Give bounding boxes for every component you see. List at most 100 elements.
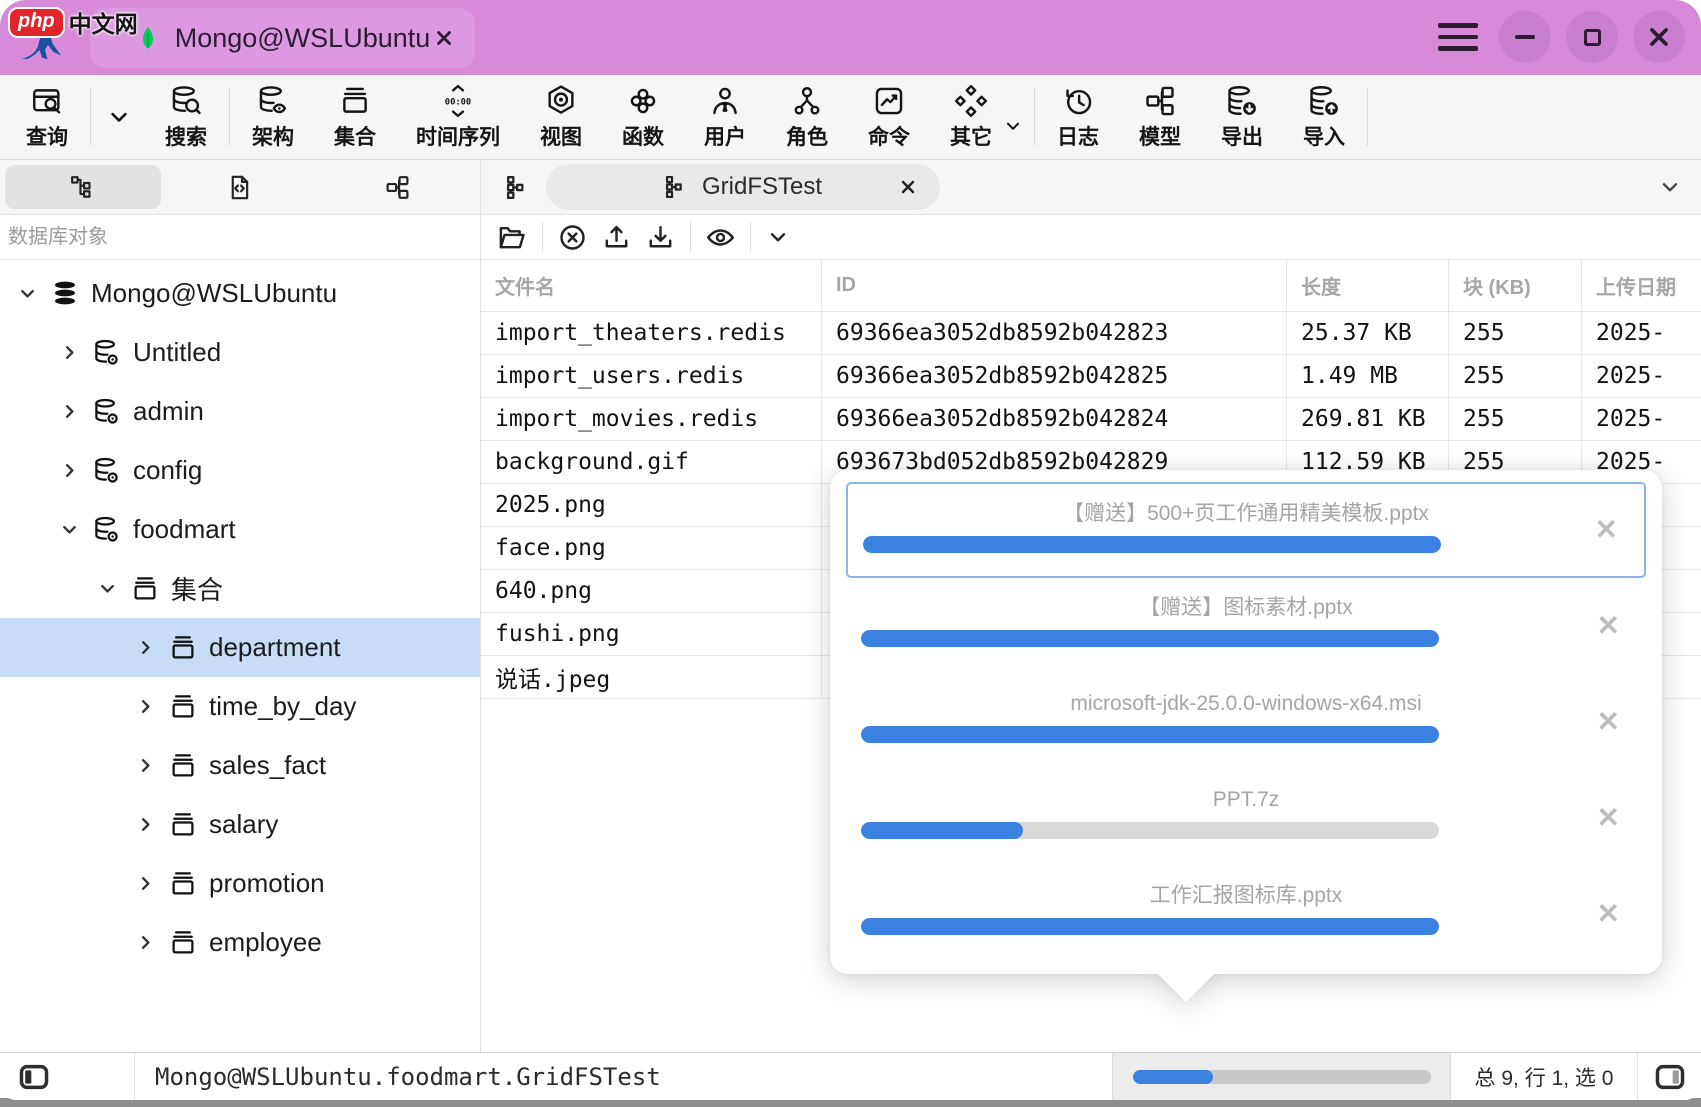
upload-progress-list: 【赠送】500+页工作通用精美模板.pptx✕【赠送】图标素材.pptx✕mic…: [830, 470, 1662, 974]
toolbar-button-db-schema[interactable]: 架构: [232, 75, 314, 159]
tree-item-department[interactable]: department: [0, 618, 480, 677]
database-icon: [92, 338, 122, 368]
upload-cancel-icon[interactable]: ✕: [1597, 900, 1620, 928]
tree-item-time_by_day[interactable]: time_by_day: [0, 677, 480, 736]
tree-item-employee[interactable]: employee: [0, 913, 480, 972]
php-logo: php: [8, 7, 65, 38]
folder-open-button[interactable]: [495, 222, 530, 253]
tree-item-Mongo@WSLUbuntu[interactable]: Mongo@WSLUbuntu: [0, 264, 480, 323]
chevron-right-icon: [134, 813, 157, 836]
eye-button[interactable]: [703, 222, 738, 253]
upload-cancel-icon[interactable]: ✕: [1595, 516, 1618, 544]
upload-progress-fill: [861, 630, 1439, 647]
toolbar-button-command[interactable]: 命令: [848, 75, 930, 159]
tree-item-salary[interactable]: salary: [0, 795, 480, 854]
download-button[interactable]: [643, 222, 678, 253]
cancel-circle-button[interactable]: [555, 222, 590, 253]
connection-tab[interactable]: Mongo@WSLUbuntu: [90, 8, 475, 68]
gridfs-icon: [505, 174, 532, 201]
tree-item-sales_fact[interactable]: sales_fact: [0, 736, 480, 795]
collection-icon: [130, 574, 160, 604]
toolbar-button-collection[interactable]: 集合: [314, 75, 396, 159]
menu-button[interactable]: [1438, 11, 1484, 63]
upload-button[interactable]: [599, 222, 634, 253]
cancel-circle-icon: [557, 222, 588, 253]
connection-tab-close-icon[interactable]: [433, 27, 455, 49]
panel-tab-file-code[interactable]: [162, 165, 318, 209]
tree-item-label: salary: [209, 809, 278, 840]
download-icon: [645, 222, 676, 253]
upload-item: microsoft-jdk-25.0.0-windows-x64.msi✕: [846, 674, 1646, 770]
tab-list-chevron-icon[interactable]: [1657, 174, 1683, 200]
table-cell: 69366ea3052db8592b042825: [822, 355, 1287, 397]
upload-progress-fill: [861, 918, 1439, 935]
toolbar-button-model[interactable]: 模型: [1119, 75, 1201, 159]
table-cell: 255: [1449, 355, 1582, 397]
close-button[interactable]: [1633, 11, 1685, 63]
window-controls: [1438, 11, 1685, 63]
tab-close-icon[interactable]: [898, 177, 918, 197]
view-icon: [544, 84, 578, 118]
toolbar-button-user[interactable]: 用户: [684, 75, 766, 159]
toolbar-button-role[interactable]: 角色: [766, 75, 848, 159]
upload-cancel-icon[interactable]: ✕: [1597, 708, 1620, 736]
status-progress-track: [1133, 1070, 1431, 1084]
toolbar-button-db-search[interactable]: 搜索: [145, 75, 227, 159]
upload-cancel-icon[interactable]: ✕: [1597, 804, 1620, 832]
table-row[interactable]: import_users.redis69366ea3052db8592b0428…: [481, 355, 1701, 398]
table-row[interactable]: import_movies.redis69366ea3052db8592b042…: [481, 398, 1701, 441]
status-path: Mongo@WSLUbuntu.foodmart.GridFSTest: [135, 1063, 1112, 1091]
tree-item-label: admin: [133, 396, 204, 427]
toolbar-button-db-import[interactable]: 导入: [1283, 75, 1365, 159]
toolbar-button-view[interactable]: 视图: [520, 75, 602, 159]
tab-gridfstest[interactable]: GridFSTest: [546, 164, 940, 210]
toolbar-button-query[interactable]: 查询: [6, 75, 88, 159]
panel-tab-tree-structure[interactable]: [5, 165, 161, 209]
column-header[interactable]: ID: [822, 260, 1287, 311]
toolbar-button-db-export[interactable]: 导出: [1201, 75, 1283, 159]
toolbar-button-label: 日志: [1057, 121, 1099, 151]
close-icon: [1646, 24, 1672, 50]
collection-icon: [168, 692, 198, 722]
table-cell: 2025-: [1582, 312, 1701, 354]
toolbar-button-log[interactable]: 日志: [1037, 75, 1119, 159]
toggle-left-panel-icon[interactable]: [18, 1061, 50, 1093]
column-header[interactable]: 文件名: [481, 260, 822, 311]
column-header[interactable]: 上传日期: [1582, 260, 1701, 311]
panel-tab-model[interactable]: [319, 165, 475, 209]
toolbar-button-timeseries[interactable]: 00:00时间序列: [396, 75, 520, 159]
tree-item-foodmart[interactable]: foodmart: [0, 500, 480, 559]
toolbar-divider: [542, 222, 543, 252]
chevron-right-icon: [134, 931, 157, 954]
folder-open-icon: [497, 222, 528, 253]
minimize-button[interactable]: [1499, 11, 1551, 63]
toolbar-divider: [1034, 88, 1035, 146]
tree-item-promotion[interactable]: promotion: [0, 854, 480, 913]
upload-cancel-icon[interactable]: ✕: [1597, 612, 1620, 640]
toolbar-button-label: 命令: [868, 121, 910, 151]
toolbar-divider: [1367, 88, 1368, 146]
tree-item-admin[interactable]: admin: [0, 382, 480, 441]
table-cell: fushi.png: [481, 613, 822, 655]
chevron-down-icon: [1002, 115, 1024, 137]
toolbar-button-label: 视图: [540, 121, 582, 151]
column-header[interactable]: 块 (KB): [1449, 260, 1582, 311]
tree-item-label: employee: [209, 927, 322, 958]
maximize-button[interactable]: [1566, 11, 1618, 63]
tree-item-label: sales_fact: [209, 750, 326, 781]
more-actions-button[interactable]: [763, 224, 793, 250]
database-icon: [92, 397, 122, 427]
column-header[interactable]: 长度: [1287, 260, 1449, 311]
tree-item-Untitled[interactable]: Untitled: [0, 323, 480, 382]
query-dropdown-button[interactable]: [93, 75, 145, 159]
toolbar-button-other[interactable]: 其它: [930, 75, 1032, 159]
toolbar-button-function[interactable]: 函数: [602, 75, 684, 159]
status-progress-fill: [1133, 1070, 1213, 1084]
toggle-right-panel-icon[interactable]: [1654, 1061, 1686, 1093]
upload-progress-fill: [863, 536, 1441, 553]
table-row[interactable]: import_theaters.redis69366ea3052db8592b0…: [481, 312, 1701, 355]
tree-item-集合[interactable]: 集合: [0, 559, 480, 618]
tree-item-label: Untitled: [133, 337, 221, 368]
gridfs-icon: [664, 174, 690, 200]
tree-item-config[interactable]: config: [0, 441, 480, 500]
